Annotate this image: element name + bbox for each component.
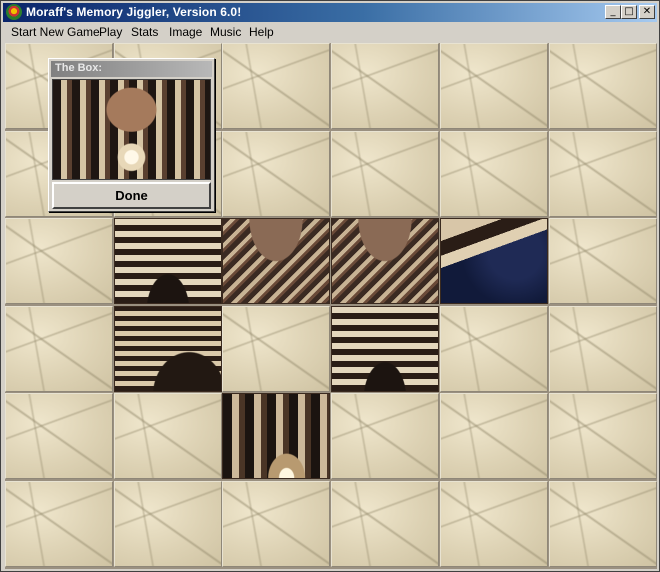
menu-play[interactable]: Play: [99, 25, 122, 39]
tile-hidden-r6-c6[interactable]: [549, 481, 657, 567]
menu-start-new-game[interactable]: Start New Game: [11, 25, 100, 39]
tile-hidden-r6-c5[interactable]: [440, 481, 548, 567]
tile-hidden-r4-c3[interactable]: [222, 306, 330, 392]
box-preview-image: [52, 79, 211, 180]
window-title: Moraff's Memory Jiggler, Version 6.0!: [26, 5, 242, 19]
main-window: Moraff's Memory Jiggler, Version 6.0! _ …: [0, 0, 660, 572]
done-button[interactable]: Done: [52, 182, 211, 209]
menu-music[interactable]: Music: [210, 25, 241, 39]
tile-hidden-r6-c2[interactable]: [114, 481, 222, 567]
tile-revealed-r3-c2[interactable]: [114, 218, 222, 304]
tile-hidden-r1-c6[interactable]: [549, 43, 657, 129]
tile-revealed-r3-c3[interactable]: [222, 218, 330, 304]
maximize-button[interactable]: □: [621, 5, 637, 19]
tile-hidden-r6-c4[interactable]: [331, 481, 439, 567]
menu-help[interactable]: Help: [249, 25, 274, 39]
tile-hidden-r5-c4[interactable]: [331, 393, 439, 479]
tile-hidden-r3-c6[interactable]: [549, 218, 657, 304]
tile-hidden-r4-c5[interactable]: [440, 306, 548, 392]
menu-image[interactable]: Image: [169, 25, 202, 39]
menu-bar: Start New Game Play Stats Image Music He…: [3, 23, 657, 42]
tile-hidden-r5-c1[interactable]: [5, 393, 113, 479]
tile-hidden-r1-c4[interactable]: [331, 43, 439, 129]
box-caption-bar[interactable]: The Box:: [51, 61, 212, 77]
app-globe-icon[interactable]: [6, 4, 22, 20]
tile-hidden-r2-c3[interactable]: [222, 131, 330, 217]
close-button[interactable]: ✕: [639, 5, 655, 19]
tile-hidden-r1-c3[interactable]: [222, 43, 330, 129]
tile-hidden-r5-c6[interactable]: [549, 393, 657, 479]
title-bar[interactable]: Moraff's Memory Jiggler, Version 6.0! _ …: [3, 3, 657, 22]
minimize-button[interactable]: _: [605, 5, 621, 19]
tile-revealed-r3-c5[interactable]: [440, 218, 548, 304]
tile-revealed-r3-c4[interactable]: [331, 218, 439, 304]
the-box-panel: The Box: Done: [48, 58, 215, 212]
tile-hidden-r2-c5[interactable]: [440, 131, 548, 217]
tile-revealed-r4-c2[interactable]: [114, 306, 222, 392]
tile-hidden-r2-c4[interactable]: [331, 131, 439, 217]
tile-hidden-r3-c1[interactable]: [5, 218, 113, 304]
tile-hidden-r6-c1[interactable]: [5, 481, 113, 567]
tile-revealed-r4-c4[interactable]: [331, 306, 439, 392]
tile-hidden-r1-c5[interactable]: [440, 43, 548, 129]
tile-revealed-r5-c3[interactable]: [222, 393, 330, 479]
tile-hidden-r2-c6[interactable]: [549, 131, 657, 217]
tile-hidden-r4-c1[interactable]: [5, 306, 113, 392]
menu-stats[interactable]: Stats: [131, 25, 158, 39]
box-caption: The Box:: [55, 62, 103, 74]
tile-hidden-r5-c2[interactable]: [114, 393, 222, 479]
tile-hidden-r4-c6[interactable]: [549, 306, 657, 392]
tile-hidden-r5-c5[interactable]: [440, 393, 548, 479]
tile-hidden-r6-c3[interactable]: [222, 481, 330, 567]
